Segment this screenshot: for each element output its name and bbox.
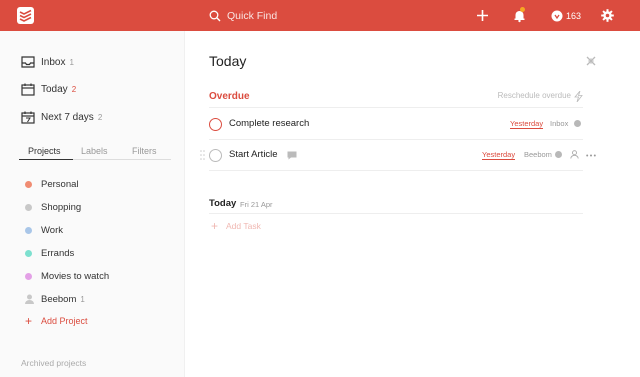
calendar-icon (21, 83, 35, 96)
add-project-label: Add Project (41, 316, 88, 326)
project-count: 1 (80, 294, 85, 304)
archived-projects-link[interactable]: Archived projects (21, 358, 86, 368)
today-section-date: Fri 21 Apr (240, 200, 273, 209)
search-input[interactable]: Quick Find (227, 10, 277, 22)
sidebar-item-count: 2 (71, 84, 77, 94)
tab-filters[interactable]: Filters (132, 146, 157, 156)
task-name[interactable]: Complete research (229, 118, 309, 129)
plus-icon: + (25, 314, 33, 328)
task-row[interactable]: Complete research Yesterday Inbox (209, 109, 583, 140)
project-label: Beebom (41, 293, 77, 305)
today-section-header: Today Fri 21 Apr (209, 198, 583, 214)
karma-button[interactable]: 163 (551, 8, 581, 23)
project-color-dot (25, 203, 32, 211)
overdue-label: Overdue (209, 91, 250, 102)
task-row[interactable]: Start Article Yesterday Beebom (200, 140, 596, 171)
flash-icon[interactable] (574, 91, 583, 102)
notification-badge (520, 7, 525, 12)
project-color-dot (25, 272, 32, 280)
task-project: Beebom (524, 150, 552, 159)
project-color-dot (25, 226, 32, 234)
sidebar-item-count: 2 (97, 112, 103, 122)
sidebar-item-personal[interactable]: Personal (25, 177, 79, 191)
task-due-date[interactable]: Yesterday (510, 120, 544, 129)
sidebar-item-label: Today (41, 83, 68, 95)
task-checkbox[interactable] (209, 118, 222, 131)
gear-icon[interactable] (600, 8, 615, 23)
task-due-date[interactable]: Yesterday (482, 151, 516, 160)
sidebar-item-next-7-days[interactable]: Next 7 days 2 (21, 109, 102, 125)
assign-user-icon[interactable] (570, 150, 579, 159)
sidebar-item-work[interactable]: Work (25, 223, 63, 237)
sidebar: Inbox 1 Today 2 Next 7 days 2 Projects L… (0, 31, 185, 377)
sidebar-tabs: Projects Labels Filters (19, 145, 171, 160)
inbox-icon (21, 56, 35, 68)
sidebar-item-count: 1 (69, 57, 74, 67)
plus-icon: + (211, 219, 219, 233)
sidebar-item-inbox[interactable]: Inbox 1 (21, 54, 74, 70)
add-task-label: Add Task (226, 221, 261, 231)
top-bar: Quick Find 163 (0, 0, 640, 31)
more-options-icon[interactable] (586, 154, 596, 157)
tab-projects[interactable]: Projects (28, 146, 61, 156)
add-project-button[interactable]: + Add Project (25, 314, 88, 328)
quick-find[interactable]: Quick Find (209, 8, 277, 24)
project-color-dot (25, 180, 32, 188)
person-icon (25, 294, 34, 304)
overdue-section-header: Overdue Reschedule overdue (209, 91, 583, 108)
week-calendar-icon (21, 111, 35, 124)
project-color-dot (25, 249, 32, 257)
drag-handle-icon[interactable] (200, 150, 205, 160)
sidebar-item-beebom[interactable]: Beebom 1 (25, 292, 85, 306)
tab-labels[interactable]: Labels (81, 146, 108, 156)
add-task-button[interactable]: + Add Task (211, 219, 261, 233)
project-label: Movies to watch (41, 270, 110, 282)
sidebar-item-today[interactable]: Today 2 (21, 81, 76, 97)
karma-icon (551, 10, 563, 21)
task-project: Inbox (550, 119, 569, 128)
sidebar-item-movies-to-watch[interactable]: Movies to watch (25, 269, 109, 283)
collapse-icon[interactable] (586, 56, 596, 66)
comment-icon[interactable] (287, 151, 297, 160)
project-label: Errands (41, 247, 75, 259)
project-label: Work (41, 224, 63, 236)
sidebar-item-errands[interactable]: Errands (25, 246, 74, 260)
sidebar-item-shopping[interactable]: Shopping (25, 200, 81, 214)
active-tab-indicator (19, 159, 73, 160)
project-color-dot (555, 151, 562, 158)
page-title: Today (209, 53, 247, 69)
reschedule-overdue-link[interactable]: Reschedule overdue (498, 91, 571, 100)
todoist-logo-icon[interactable] (17, 7, 34, 24)
project-label: Shopping (41, 201, 82, 213)
task-name[interactable]: Start Article (229, 149, 278, 160)
karma-count: 163 (566, 10, 582, 21)
sidebar-item-label: Inbox (41, 56, 66, 68)
search-icon (209, 10, 221, 22)
add-icon[interactable] (475, 8, 490, 23)
project-color-dot (574, 120, 581, 127)
task-checkbox[interactable] (209, 149, 222, 162)
project-label: Personal (41, 178, 79, 190)
today-section-label: Today (209, 198, 237, 209)
sidebar-item-label: Next 7 days (41, 111, 94, 123)
